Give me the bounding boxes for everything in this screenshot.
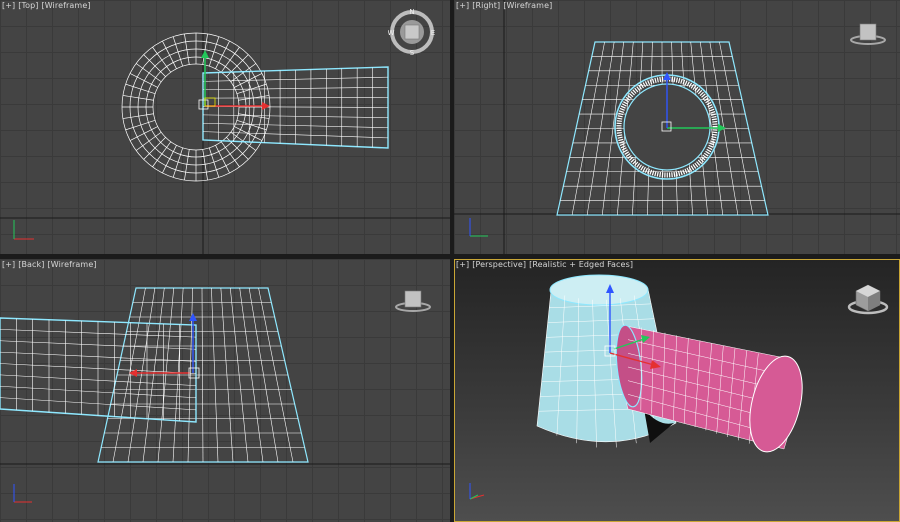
viewport-plus-menu[interactable]: [+]	[456, 1, 469, 10]
top-viewport-canvas[interactable]	[0, 0, 450, 254]
compass-icon[interactable]: N S E W	[388, 8, 436, 56]
cone-wireframe[interactable]	[97, 287, 309, 463]
compass-south-label: S	[410, 49, 415, 56]
box-wireframe[interactable]	[202, 66, 389, 149]
viewport-view-menu[interactable]: [Back]	[18, 260, 44, 269]
viewport-label-back: [+] [Back] [Wireframe]	[2, 260, 100, 270]
axis-tripod-icon	[13, 220, 34, 240]
viewport-back[interactable]: [+] [Back] [Wireframe]	[0, 259, 450, 522]
perspective-viewport-canvas[interactable]	[454, 259, 900, 522]
viewport-label-perspective: [+] [Perspective] [Realistic + Edged Faces…	[456, 260, 636, 270]
viewport-shading-menu[interactable]: [Wireframe]	[503, 1, 552, 10]
viewport-plus-menu[interactable]: [+]	[456, 260, 469, 269]
viewport-shading-menu[interactable]: [Wireframe]	[48, 260, 97, 269]
viewport-view-menu[interactable]: [Right]	[472, 1, 500, 10]
compass-north-label: N	[409, 8, 414, 16]
viewport-label-top: [+] [Top] [Wireframe]	[2, 1, 94, 11]
axis-tripod-icon	[13, 484, 32, 503]
view-cube-icon[interactable]	[404, 24, 420, 40]
viewport-shading-menu[interactable]: [Realistic + Edged Faces]	[529, 260, 633, 269]
viewport-top[interactable]: N S E W [+] [Top] [Wireframe]	[0, 0, 450, 254]
right-viewport-canvas[interactable]	[454, 0, 900, 254]
axis-tripod-icon	[469, 483, 485, 500]
view-cube-icon[interactable]	[393, 283, 433, 317]
compass-east-label: E	[431, 29, 435, 37]
viewport-label-right: [+] [Right] [Wireframe]	[456, 1, 555, 11]
viewport-perspective[interactable]: [+] [Perspective] [Realistic + Edged Faces…	[454, 259, 900, 522]
view-cube-icon[interactable]	[846, 279, 890, 319]
viewport-shading-menu[interactable]: [Wireframe]	[42, 1, 91, 10]
back-viewport-canvas[interactable]	[0, 259, 450, 522]
viewport-view-menu[interactable]: [Perspective]	[472, 260, 526, 269]
cylinder-shaded[interactable]	[613, 324, 811, 457]
axis-tripod-icon	[469, 218, 488, 237]
viewport-plus-menu[interactable]: [+]	[2, 1, 15, 10]
viewport-right[interactable]: [+] [Right] [Wireframe]	[454, 0, 900, 254]
view-cube-icon[interactable]	[848, 16, 888, 50]
compass-west-label: W	[388, 29, 395, 37]
viewport-view-menu[interactable]: [Top]	[18, 1, 38, 10]
viewport-plus-menu[interactable]: [+]	[2, 260, 15, 269]
